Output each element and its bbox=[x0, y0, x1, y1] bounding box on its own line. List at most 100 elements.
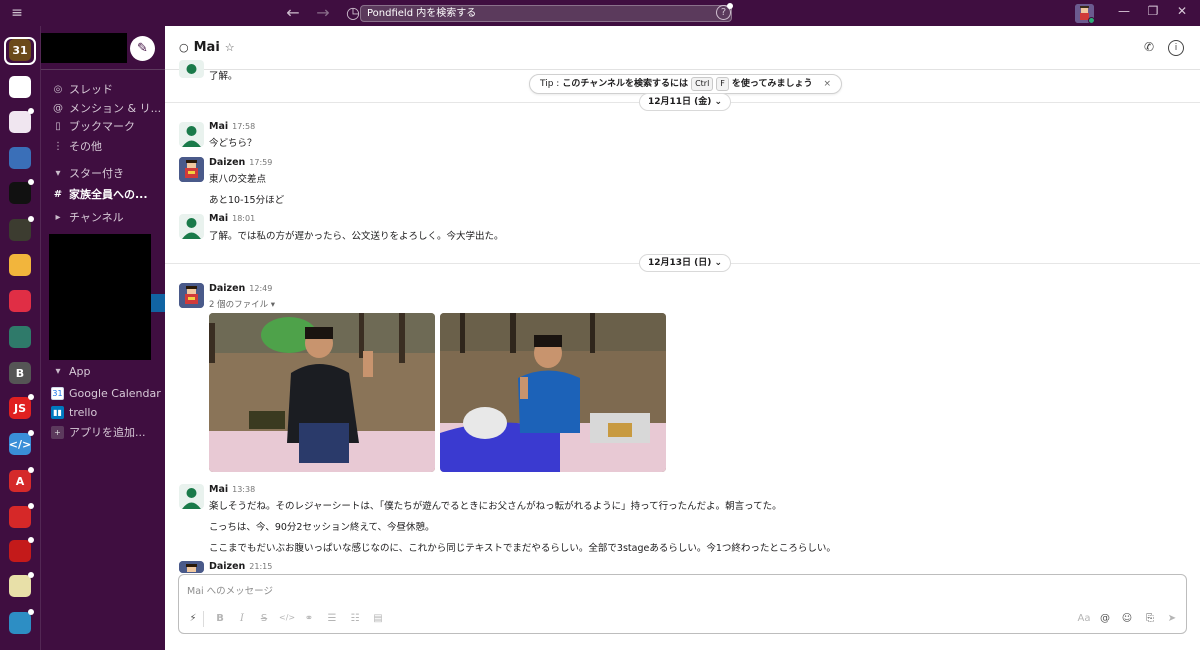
message-author[interactable]: Daizen 17:59 bbox=[209, 157, 272, 168]
search-input[interactable]: Pondfield 内を検索する bbox=[360, 5, 732, 22]
redacted-workspace-name bbox=[41, 33, 127, 63]
minimize-button[interactable]: — bbox=[1114, 4, 1134, 18]
message-time[interactable]: 21:15 bbox=[249, 562, 272, 571]
avatar[interactable] bbox=[179, 484, 204, 509]
photo-attachment[interactable] bbox=[440, 313, 666, 472]
date-divider[interactable]: 12月11日 (金) ⌄ bbox=[639, 93, 732, 111]
attachment-icon[interactable]: ⎘ bbox=[1143, 613, 1157, 624]
workspace-icon[interactable] bbox=[9, 147, 31, 169]
date-divider[interactable]: 12月13日 (日) ⌄ bbox=[639, 254, 732, 272]
workspace-icon[interactable]: A bbox=[9, 470, 31, 492]
toolbar-divider bbox=[203, 611, 204, 627]
sidebar-item-google-calendar[interactable]: 31 Google Calendar bbox=[51, 384, 163, 402]
message-time[interactable]: 18:01 bbox=[232, 214, 255, 223]
sidebar-item-bookmarks[interactable]: ▯ ブックマーク bbox=[51, 117, 163, 135]
sidebar-item-threads[interactable]: ◎ スレッド bbox=[51, 80, 163, 98]
code-block-icon[interactable]: ▤ bbox=[371, 613, 385, 624]
message-text: 了解。 bbox=[209, 71, 238, 82]
sidebar-item-trello[interactable]: ▮▮ trello bbox=[51, 403, 163, 421]
hamburger-icon[interactable]: ≡ bbox=[0, 5, 34, 21]
threads-icon: ◎ bbox=[53, 83, 63, 95]
workspace-icon[interactable] bbox=[9, 575, 31, 597]
more-vertical-icon: ⋮ bbox=[53, 140, 63, 152]
workspace-icon[interactable] bbox=[9, 182, 31, 204]
bold-icon[interactable]: B bbox=[213, 613, 227, 624]
section-app[interactable]: ▾ App bbox=[51, 362, 163, 380]
code-icon[interactable]: </> bbox=[279, 613, 295, 622]
photo-attachment[interactable] bbox=[209, 313, 435, 472]
mention-at-icon[interactable]: @ bbox=[1098, 613, 1112, 624]
workspace-icon[interactable] bbox=[9, 612, 31, 634]
workspace-icon[interactable]: </> bbox=[9, 433, 31, 455]
title-bar: ≡ ← → ◷ Pondfield 内を検索する ? — ❐ ✕ bbox=[0, 0, 1200, 26]
avatar[interactable] bbox=[179, 561, 204, 573]
section-channels[interactable]: ▸ チャンネル bbox=[51, 208, 163, 226]
back-arrow-icon[interactable]: ← bbox=[283, 3, 303, 23]
link-icon[interactable]: ⚭ bbox=[302, 613, 316, 624]
channel-title[interactable]: ○ Mai ☆ bbox=[179, 40, 235, 55]
forward-arrow-icon[interactable]: → bbox=[313, 3, 333, 23]
ordered-list-icon[interactable]: ☰ bbox=[325, 613, 339, 624]
message-author[interactable]: Mai 13:38 bbox=[209, 484, 255, 495]
message-time[interactable]: 13:38 bbox=[232, 485, 255, 494]
avatar[interactable] bbox=[179, 283, 204, 308]
sidebar-item-more[interactable]: ⋮ その他 bbox=[51, 137, 163, 155]
sidebar-item-add-app[interactable]: + アプリを追加... bbox=[51, 423, 163, 441]
message-time[interactable]: 17:58 bbox=[232, 122, 255, 131]
workspace-icon[interactable]: B bbox=[9, 362, 31, 384]
message-composer[interactable]: Mai へのメッセージ ⚡ B I S </> ⚭ ☰ ☷ ▤ Aa @ ☺ ⎘… bbox=[178, 574, 1187, 634]
workspace-icon[interactable] bbox=[9, 219, 31, 241]
message-time[interactable]: 12:49 bbox=[249, 284, 272, 293]
star-icon[interactable]: ☆ bbox=[225, 41, 235, 54]
user-avatar[interactable] bbox=[1075, 4, 1094, 23]
message-author[interactable]: Mai 17:58 bbox=[209, 121, 255, 132]
workspace-icon[interactable] bbox=[9, 290, 31, 312]
section-starred[interactable]: ▾ スター付き bbox=[51, 164, 163, 182]
history-nav: ← → ◷ bbox=[283, 3, 363, 23]
workspace-icon[interactable]: JS bbox=[9, 397, 31, 419]
workspace-icon[interactable] bbox=[9, 540, 31, 562]
workspace-icon[interactable] bbox=[9, 326, 31, 348]
presence-icon: ○ bbox=[179, 41, 189, 54]
message-author[interactable]: Daizen 21:15 bbox=[209, 561, 272, 572]
close-button[interactable]: ✕ bbox=[1172, 4, 1192, 18]
message-author[interactable]: Mai 18:01 bbox=[209, 213, 255, 224]
avatar[interactable] bbox=[179, 214, 204, 239]
sidebar-item-mentions[interactable]: @ メンション & リ... bbox=[51, 99, 163, 117]
avatar[interactable] bbox=[179, 60, 204, 78]
phone-icon[interactable]: ✆ bbox=[1141, 40, 1157, 56]
unread-dot bbox=[28, 467, 34, 473]
message-input[interactable]: Mai へのメッセージ bbox=[187, 583, 273, 597]
workspace-icon[interactable]: 31 bbox=[9, 39, 31, 61]
workspace-icon[interactable] bbox=[9, 506, 31, 528]
info-icon[interactable]: i bbox=[1168, 40, 1184, 56]
online-status-dot bbox=[1088, 17, 1094, 23]
plus-icon: + bbox=[51, 425, 64, 439]
close-icon[interactable]: × bbox=[823, 75, 831, 93]
compose-icon[interactable]: ✎ bbox=[130, 36, 155, 61]
send-icon[interactable]: ➤ bbox=[1165, 613, 1179, 624]
files-toggle[interactable]: 2 個のファイル ▾ bbox=[209, 298, 275, 310]
caret-right-icon: ▸ bbox=[55, 211, 61, 223]
restore-button[interactable]: ❐ bbox=[1143, 4, 1163, 18]
workspace-icon[interactable] bbox=[9, 254, 31, 276]
message-author[interactable]: Daizen 12:49 bbox=[209, 283, 272, 294]
shortcuts-lightning-icon[interactable]: ⚡ bbox=[186, 613, 200, 624]
sidebar-item-family-channel[interactable]: # 家族全員への... bbox=[51, 185, 163, 203]
bookmark-icon: ▯ bbox=[55, 120, 61, 132]
italic-icon[interactable]: I bbox=[235, 613, 249, 624]
message-time[interactable]: 17:59 bbox=[249, 158, 272, 167]
unread-dot bbox=[28, 537, 34, 543]
trello-icon: ▮▮ bbox=[51, 405, 64, 419]
formatting-toggle[interactable]: Aa bbox=[1074, 613, 1094, 624]
workspace-icon[interactable] bbox=[9, 76, 31, 98]
workspace-icon[interactable] bbox=[9, 111, 31, 133]
avatar[interactable] bbox=[179, 122, 204, 147]
tip-banner: Tip : このチャンネルを検索するには Ctrl F を使ってみましょう × bbox=[529, 74, 843, 94]
avatar[interactable] bbox=[179, 157, 204, 182]
strikethrough-icon[interactable]: S bbox=[257, 613, 271, 624]
emoji-icon[interactable]: ☺ bbox=[1120, 613, 1134, 624]
workspace-rail: 31 B JS </> A bbox=[0, 26, 41, 650]
bulleted-list-icon[interactable]: ☷ bbox=[348, 613, 362, 624]
message-text: 了解。では私の方が遅かったら、公文送りをよろしく。今大学出た。 bbox=[209, 231, 504, 242]
